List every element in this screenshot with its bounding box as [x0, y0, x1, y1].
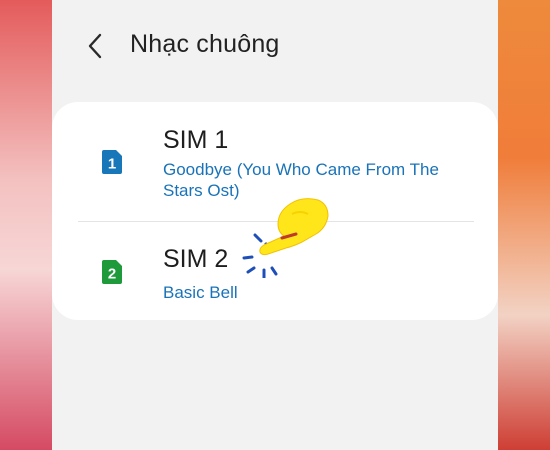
sim-2-label: SIM 2 [163, 245, 229, 273]
sim-1-badge: 1 [108, 156, 116, 173]
chevron-left-icon [88, 33, 102, 59]
sim-2-badge: 2 [108, 266, 116, 283]
pointing-hand-icon [242, 198, 329, 278]
wallpaper-right-edge [498, 0, 550, 450]
page-title: Nhạc chuông [130, 30, 280, 58]
header: Nhạc chuông [52, 18, 498, 74]
sim-card-2-icon: 2 [102, 260, 122, 284]
sim-card-1-icon: 1 [102, 150, 122, 174]
wallpaper-left-edge [0, 0, 52, 450]
sim-2-ringtone-value: Basic Bell [163, 283, 238, 302]
back-button[interactable] [82, 28, 108, 64]
sim-1-label: SIM 1 [163, 126, 229, 154]
ringtone-settings-screen: Nhạc chuông 1 SIM 1 Goodbye (You Who Cam… [52, 0, 498, 450]
